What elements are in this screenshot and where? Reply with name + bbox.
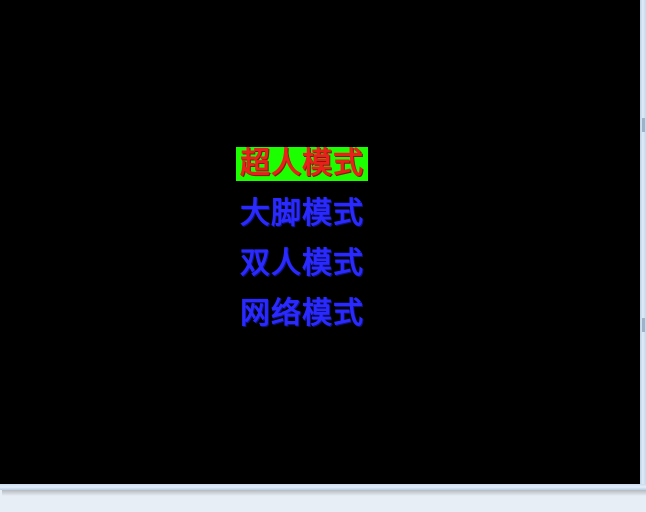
menu-item-label: 超人模式 <box>236 147 368 181</box>
menu-item-label: 网络模式 <box>240 296 364 331</box>
window-right-border[interactable] <box>640 0 646 490</box>
menu-item-bigfoot-mode[interactable]: 大脚模式 <box>236 197 408 231</box>
menu-item-network-mode[interactable]: 网络模式 <box>236 297 408 331</box>
resize-grip <box>642 118 645 132</box>
menu-item-two-player-mode[interactable]: 双人模式 <box>236 247 408 281</box>
window-shadow <box>2 490 646 496</box>
menu-item-label: 大脚模式 <box>240 196 364 231</box>
game-screen: 超人模式 大脚模式 双人模式 网络模式 <box>0 0 640 484</box>
menu-item-superman-mode[interactable]: 超人模式 <box>236 147 408 181</box>
mode-menu: 超人模式 大脚模式 双人模式 网络模式 <box>236 147 408 347</box>
resize-grip <box>642 318 645 332</box>
game-window: 超人模式 大脚模式 双人模式 网络模式 <box>0 0 646 512</box>
menu-item-label: 双人模式 <box>240 246 364 281</box>
